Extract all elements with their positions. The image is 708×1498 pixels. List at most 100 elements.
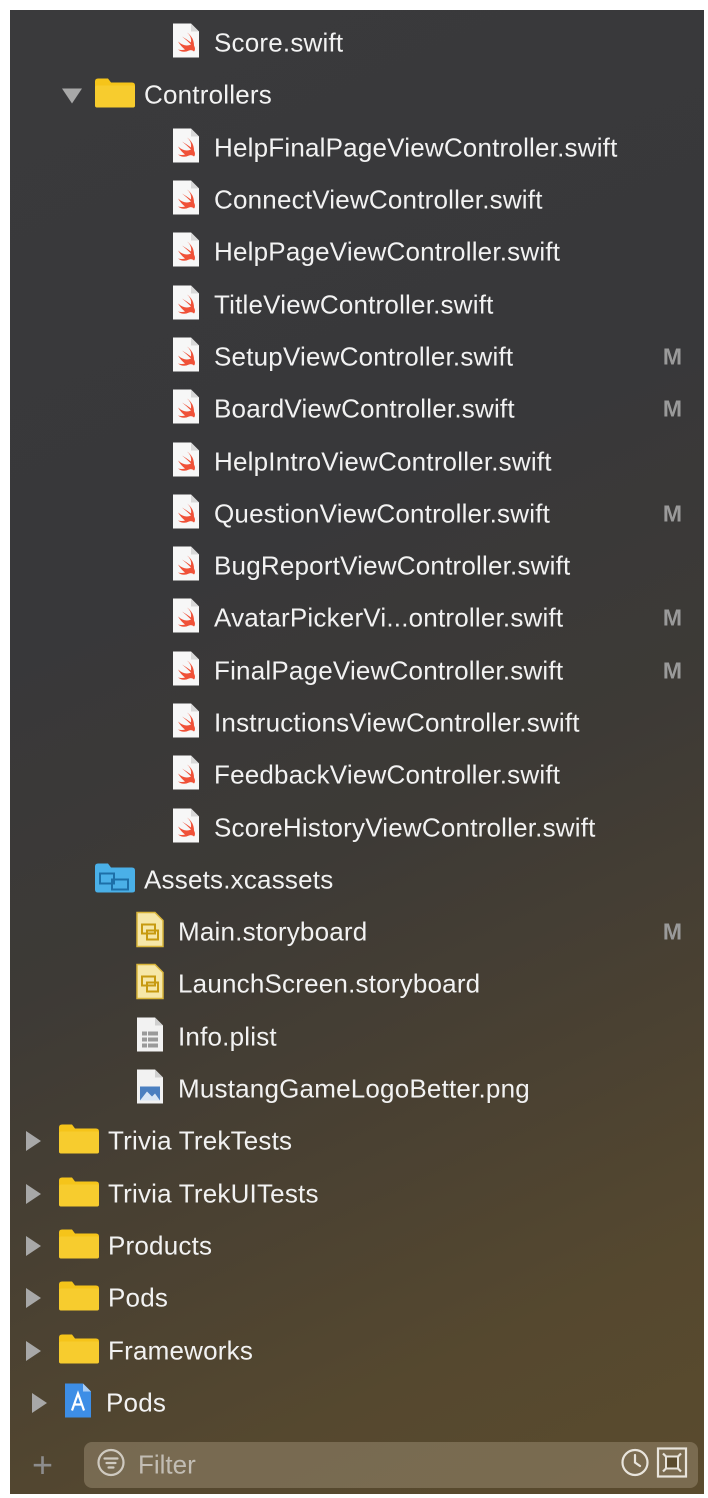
swift-file-icon xyxy=(172,389,200,430)
swift-file-icon xyxy=(172,23,200,64)
folder-icon xyxy=(58,1227,100,1264)
tree-file-row[interactable]: QuestionViewController.swift M xyxy=(10,488,704,540)
tree-file-row[interactable]: Main.storyboard M xyxy=(10,906,704,958)
tree-row-label: AvatarPickerVi...ontroller.swift xyxy=(214,602,564,633)
tree-row-label: LaunchScreen.storyboard xyxy=(178,968,481,999)
tree-row-label: Trivia TrekUITests xyxy=(108,1178,319,1209)
tree-row-label: SetupViewController.swift xyxy=(214,341,514,372)
tree-file-row[interactable]: HelpIntroViewController.swift xyxy=(10,435,704,487)
tree-file-row[interactable]: FeedbackViewController.swift xyxy=(10,749,704,801)
folder-icon xyxy=(58,1280,100,1317)
tree-row-label: HelpFinalPageViewController.swift xyxy=(214,132,618,163)
modified-badge: M xyxy=(662,657,682,684)
swift-file-icon xyxy=(172,546,200,587)
swift-file-icon xyxy=(172,598,200,639)
xcode-project-icon xyxy=(64,1382,92,1423)
tree-file-row[interactable]: LaunchScreen.storyboard xyxy=(10,958,704,1010)
swift-file-icon xyxy=(172,441,200,482)
source-control-filter-icon[interactable] xyxy=(656,1447,688,1484)
tree-file-row[interactable]: ConnectViewController.swift xyxy=(10,174,704,226)
tree-folder-row[interactable]: Pods xyxy=(10,1272,704,1324)
folder-icon xyxy=(58,1175,100,1212)
tree-row-label: MustangGameLogoBetter.png xyxy=(178,1073,530,1104)
filter-field[interactable] xyxy=(84,1442,698,1488)
swift-file-icon xyxy=(172,284,200,325)
tree-file-row[interactable]: ScoreHistoryViewController.swift xyxy=(10,801,704,853)
plus-icon[interactable]: + xyxy=(32,1447,53,1483)
swift-file-icon xyxy=(172,127,200,168)
tree-row-label: BugReportViewController.swift xyxy=(214,550,571,581)
image-file-icon xyxy=(136,1069,164,1110)
tree-row-label: Products xyxy=(108,1230,213,1261)
tree-row-label: FeedbackViewController.swift xyxy=(214,759,561,790)
tree-file-row[interactable]: InstructionsViewController.swift xyxy=(10,697,704,749)
disclosure-closed-icon[interactable] xyxy=(26,1183,41,1204)
swift-file-icon xyxy=(172,232,200,273)
disclosure-closed-icon[interactable] xyxy=(32,1392,47,1413)
swift-file-icon xyxy=(172,180,200,221)
disclosure-closed-icon[interactable] xyxy=(26,1340,41,1361)
tree-row-label: HelpPageViewController.swift xyxy=(214,236,561,267)
tree-file-row[interactable]: AvatarPickerVi...ontroller.swift M xyxy=(10,592,704,644)
tree-row-label: Controllers xyxy=(144,79,272,110)
tree-row-label: ScoreHistoryViewController.swift xyxy=(214,812,596,843)
modified-badge: M xyxy=(662,395,682,422)
tree-row-label: Frameworks xyxy=(108,1335,254,1366)
tree-file-row[interactable]: HelpPageViewController.swift xyxy=(10,226,704,278)
swift-file-icon xyxy=(172,755,200,796)
tree-file-row[interactable]: Assets.xcassets xyxy=(10,854,704,906)
tree-row-label: Score.swift xyxy=(214,27,344,58)
tree-folder-row[interactable]: Trivia TrekUITests xyxy=(10,1168,704,1220)
tree-row-label: Trivia TrekTests xyxy=(108,1125,293,1156)
tree-folder-row[interactable]: Frameworks xyxy=(10,1324,704,1376)
disclosure-closed-icon[interactable] xyxy=(26,1131,41,1152)
tree-file-row[interactable]: FinalPageViewController.swift M xyxy=(10,645,704,697)
tree-row-label: FinalPageViewController.swift xyxy=(214,655,564,686)
filter-icon xyxy=(96,1448,126,1483)
tree-row-label: Main.storyboard xyxy=(178,916,368,947)
tree-row-label: ConnectViewController.swift xyxy=(214,184,543,215)
tree-file-row[interactable]: TitleViewController.swift xyxy=(10,278,704,330)
tree-row-label: Assets.xcassets xyxy=(144,864,334,895)
disclosure-closed-icon[interactable] xyxy=(26,1235,41,1256)
tree-row-label: QuestionViewController.swift xyxy=(214,498,551,529)
tree-file-row[interactable]: SetupViewController.swift M xyxy=(10,331,704,383)
tree-folder-row[interactable]: Products xyxy=(10,1220,704,1272)
modified-badge: M xyxy=(662,343,682,370)
tree-row-label: Pods xyxy=(108,1282,169,1313)
tree-file-row[interactable]: MustangGameLogoBetter.png xyxy=(10,1063,704,1115)
tree-folder-row[interactable]: Trivia TrekTests xyxy=(10,1115,704,1167)
modified-badge: M xyxy=(662,918,682,945)
tree-row-label: Info.plist xyxy=(178,1021,277,1052)
disclosure-open-icon[interactable] xyxy=(62,88,82,104)
file-tree: Score.swift Controllers HelpFinalPageViewC… xyxy=(10,17,704,1429)
tree-file-row[interactable]: BugReportViewController.swift xyxy=(10,540,704,592)
tree-file-row[interactable]: Pods xyxy=(10,1377,704,1429)
tree-folder-row[interactable]: Controllers xyxy=(10,69,704,121)
tree-file-row[interactable]: HelpFinalPageViewController.swift xyxy=(10,122,704,174)
folder-icon xyxy=(58,1123,100,1160)
storyboard-file-icon xyxy=(136,911,164,953)
tree-file-row[interactable]: BoardViewController.swift M xyxy=(10,383,704,435)
plist-file-icon xyxy=(136,1016,164,1057)
tree-file-row[interactable]: Info.plist xyxy=(10,1011,704,1063)
filter-input[interactable] xyxy=(136,1448,520,1482)
project-navigator: Score.swift Controllers HelpFinalPageViewC… xyxy=(10,10,704,1494)
storyboard-file-icon xyxy=(136,964,164,1005)
tree-row-label: InstructionsViewController.swift xyxy=(214,707,580,738)
disclosure-closed-icon[interactable] xyxy=(26,1288,41,1309)
asset-catalog-icon xyxy=(94,861,136,898)
tree-row-label: TitleViewController.swift xyxy=(214,289,494,320)
modified-badge: M xyxy=(662,500,682,527)
swift-file-icon xyxy=(172,336,200,377)
clock-icon[interactable] xyxy=(620,1448,650,1483)
modified-badge: M xyxy=(662,604,682,631)
swift-file-icon xyxy=(172,703,200,744)
tree-file-row[interactable]: Score.swift xyxy=(10,17,704,69)
folder-icon xyxy=(58,1332,100,1369)
tree-row-label: BoardViewController.swift xyxy=(214,393,515,424)
filter-bar: + xyxy=(10,1436,704,1494)
tree-row-label: Pods xyxy=(106,1387,167,1418)
swift-file-icon xyxy=(172,493,200,534)
swift-file-icon xyxy=(172,650,200,691)
